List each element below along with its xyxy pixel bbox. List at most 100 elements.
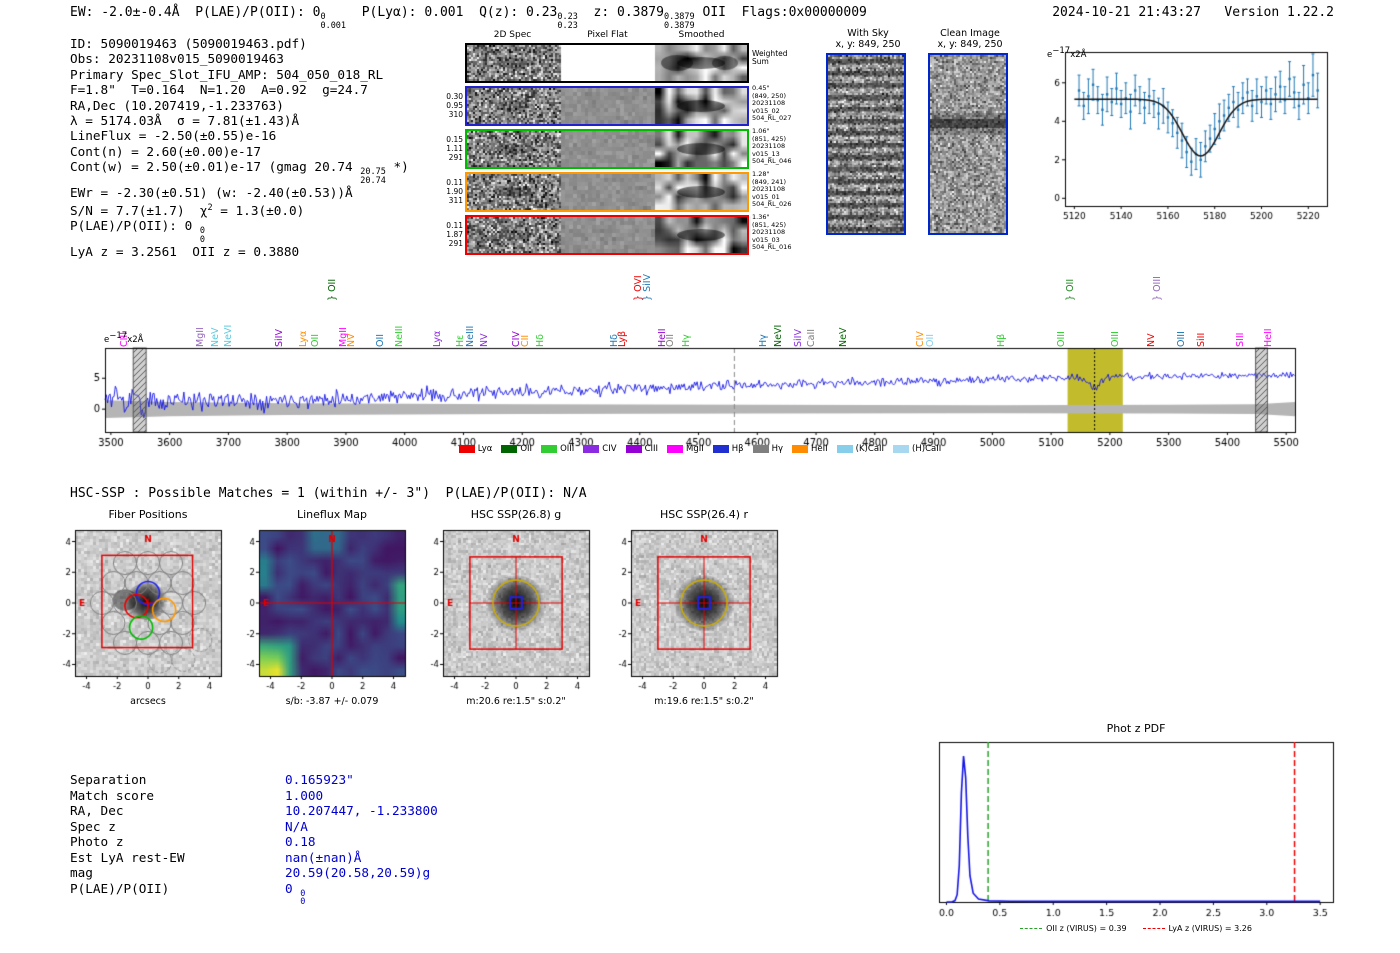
cutout-title: HSC SSP(26.8) g (470, 508, 562, 521)
match-key: Separation (70, 772, 147, 787)
legend-swatch (541, 445, 558, 453)
emission-line-label: } OII (1064, 278, 1076, 301)
withsky-title: With Sky (847, 28, 889, 39)
weighted-sum-label: Weighted Sum (752, 49, 788, 66)
emission-line-label: } SiIV (641, 273, 653, 301)
match-row: Match score 1.000 (70, 788, 438, 804)
legend-label: HeII (811, 444, 828, 454)
timestamp-version: 2024-10-21 21:43:27 Version 1.22.2 (1052, 5, 1334, 20)
info-line: Cont(w) = 2.50(±0.01)e-17 (gmag 20.74 20… (70, 159, 409, 186)
cutout-sublabel: s/b: -3.87 +/- 0.079 (285, 696, 379, 707)
fiber-row-annotation: 1.28" (849, 241) 20231108 v015_01 504_RL… (752, 170, 792, 209)
catalog-match-table: Separation 0.165923" Match score 1.000 RA, D… (70, 772, 438, 907)
withsky-image (828, 55, 904, 233)
spectrum-legend-item: HeII (792, 444, 828, 454)
match-key: Spec z (70, 818, 116, 834)
spectrum-legend-item: Hβ (712, 444, 744, 454)
legend-label: OIII (560, 444, 575, 454)
match-value: 0.165923" (285, 772, 354, 787)
legend-swatch (893, 445, 910, 453)
info-line: LineFlux = -2.50(±0.55)e-16 (70, 128, 277, 144)
photz-title: Phot z PDF (1106, 722, 1166, 735)
legend-label: CIII (644, 444, 659, 454)
line-fit-plot (1035, 40, 1335, 238)
cutout-title: Lineflux Map (296, 508, 368, 521)
info-line: ID: 5090019463 (5090019463.pdf) (70, 36, 307, 51)
legend-dash-sample (1020, 928, 1043, 929)
spec2d-montage: 2D Spec Pixel Flat Smoothed Weighted Sum 0.3… (420, 28, 815, 263)
legend-swatch (501, 445, 518, 453)
match-row: Photo z 0.18 (70, 834, 438, 850)
spectrum-legend-item: (H)CaII (893, 444, 941, 454)
fiber-row-annotation: 0.45" (849, 250) 20231108 v015_02 504_RL… (752, 84, 792, 123)
legend-label: OII (520, 444, 533, 454)
spectrum-legend-item: CIV (583, 444, 617, 454)
withsky-frame (826, 53, 906, 235)
match-row: P(LAE)/P(OII) 0 00 (70, 881, 438, 907)
legend-label: Hβ (731, 444, 744, 454)
legend-swatch (625, 445, 642, 453)
withsky-coords: x, y: 849, 250 (835, 39, 901, 50)
legend-label: CIV (602, 444, 617, 454)
clean-title: Clean Image (940, 28, 1000, 39)
hsc-matches-header: HSC-SSP : Possible Matches = 1 (within +… (70, 486, 587, 501)
fiber-row-image (467, 131, 747, 167)
spec2d-column-header: Pixel Flat (587, 30, 628, 40)
info-line: S/N = 7.7(±1.7) χ2 = 1.3(±0.0) (70, 202, 305, 218)
detection-info-block: ID: 5090019463 (5090019463.pdf) Obs: 2023… (70, 36, 409, 260)
spectrum-legend-item: OII (501, 444, 532, 454)
match-value: 1.000 (285, 787, 324, 803)
fiber-row-weights: 0.15 1.11 291 (446, 135, 463, 162)
spectrum-legend-item: OIII (541, 444, 574, 454)
cutout-image-image (612, 522, 788, 704)
photz-legend: OII z (VIRUS) = 0.39 LyA z (VIRUS) = 3.26 (935, 924, 1337, 933)
clean-image-block: Clean Image x, y: 849, 250 (928, 28, 1012, 235)
spec2d-column-header: Smoothed (678, 30, 725, 40)
match-value: 0 00 (285, 880, 306, 907)
legend-label: Hγ (771, 444, 784, 454)
cutout-sublabel: m:19.6 re:1.5" s:0.2" (654, 696, 754, 707)
info-line: Primary Spec_Slot_IFU_AMP: 504_050_018_R… (70, 66, 384, 82)
cutout-title: Fiber Positions (108, 508, 188, 521)
match-value: 20.59(20.58,20.59)g (285, 865, 431, 880)
emission-line-label: } OIII (1151, 276, 1163, 301)
spectrum-legend-item: (K)CaII (836, 444, 884, 454)
photz-legend-item: OII z (VIRUS) = 0.39 (1020, 924, 1127, 933)
match-key: P(LAE)/P(OII) (70, 880, 170, 896)
spectrum-legend-item: Hγ (752, 444, 784, 454)
cutout-image-fiber (56, 522, 232, 704)
match-row: RA, Dec 10.207447, -1.233800 (70, 803, 438, 819)
clean-frame (928, 53, 1008, 235)
clean-coords: x, y: 849, 250 (937, 39, 1003, 50)
fiber-row-weights: 0.11 1.90 311 (446, 178, 463, 205)
summary-header: EW: -2.0±-0.4Å P(LAE)/P(OII): 0 0 0.001 P(… (70, 5, 867, 31)
spectrum-legend-item: Lyα (458, 444, 492, 454)
cutout-image-image (424, 522, 600, 704)
spec2d-column-header: 2D Spec (493, 30, 532, 40)
legend-swatch (583, 445, 600, 453)
legend-swatch (836, 445, 853, 453)
match-key: Est LyA rest-EW (70, 849, 185, 865)
match-row: Est LyA rest-EW nan(±nan)Å (70, 850, 438, 866)
legend-swatch (792, 445, 809, 453)
fiber-row-strip (465, 129, 749, 169)
info-line: Obs: 20231108v015_5090019463 (70, 51, 284, 67)
cutout-title: HSC SSP(26.4) r (659, 508, 749, 521)
match-row: Separation 0.165923" (70, 772, 438, 788)
emission-line-labels: CIIIMgIINeVNeVISiIVLyαOII} OIIMgIINVOIIN… (80, 238, 1315, 347)
legend-dash-sample (1142, 928, 1165, 929)
fit-flux-units-label: e−17x2Å (1047, 46, 1087, 60)
info-line: RA,Dec (10.207419,-1.233763) (70, 97, 284, 113)
match-key: Match score (70, 787, 155, 803)
withsky-block: With Sky x, y: 849, 250 (826, 28, 910, 235)
legend-swatch (712, 445, 729, 453)
elixer-report-page: EW: -2.0±-0.4Å P(LAE)/P(OII): 0 0 0.001 P(… (0, 0, 1400, 953)
photz-legend-item: LyA z (VIRUS) = 3.26 (1142, 924, 1252, 933)
match-value: 0.18 (285, 834, 316, 849)
spectrum-legend-item: CIII (625, 444, 659, 454)
legend-swatch (752, 445, 769, 453)
legend-swatch (458, 445, 475, 453)
fiber-row-image (467, 88, 747, 124)
match-value: nan(±nan)Å (285, 849, 362, 865)
spectrum-legend: Lyα OII OIII CIV CIII MgII Hβ Hγ HeII (K)CaII (H)C… (320, 444, 1080, 454)
